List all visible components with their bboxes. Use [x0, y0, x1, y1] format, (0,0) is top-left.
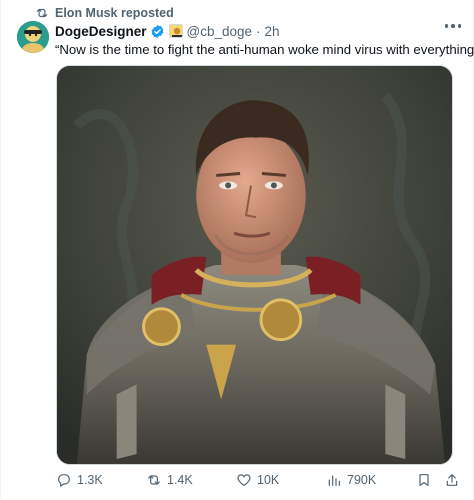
verified-badge-icon[interactable] [150, 24, 165, 39]
reply-button[interactable]: 1.3K [56, 472, 103, 488]
views-button[interactable]: 790K [326, 472, 376, 488]
reply-count: 1.3K [77, 473, 103, 487]
repost-icon [148, 475, 160, 485]
affiliate-badge-icon[interactable] [168, 24, 183, 38]
views-count: 790K [347, 473, 377, 487]
roman-armor-portrait-image [57, 66, 452, 464]
tweet-text: “Now is the time to fight the anti-human… [55, 42, 474, 57]
like-button[interactable]: 10K [236, 472, 279, 488]
repost-context[interactable]: Elon Musk reposted [35, 4, 174, 22]
avatar[interactable] [17, 21, 49, 53]
author-handle[interactable]: @cb_doge [187, 24, 253, 39]
bookmark-icon [419, 474, 429, 486]
reply-icon [58, 474, 70, 488]
repost-label: Elon Musk reposted [55, 6, 174, 20]
tweet-card[interactable]: Elon Musk reposted DogeDesigner @cb_doge… [0, 0, 474, 500]
more-options-icon[interactable] [444, 24, 461, 28]
action-bar: 1.3K 1.4K 10K 790K [56, 470, 461, 492]
share-icon [446, 474, 458, 486]
separator-dot: · [256, 23, 261, 39]
heart-icon [237, 474, 251, 487]
display-name[interactable]: DogeDesigner [55, 24, 147, 39]
tweet-header: DogeDesigner @cb_doge · 2h [55, 22, 280, 40]
views-chart-icon [328, 475, 340, 486]
post-time[interactable]: 2h [265, 24, 280, 39]
like-count: 10K [257, 473, 280, 487]
repost-button[interactable]: 1.4K [146, 472, 193, 488]
repost-icon [36, 8, 48, 18]
repost-count: 1.4K [167, 473, 193, 487]
bookmark-button[interactable] [416, 472, 432, 488]
tweet-media[interactable] [56, 65, 453, 465]
share-button[interactable] [444, 472, 460, 488]
